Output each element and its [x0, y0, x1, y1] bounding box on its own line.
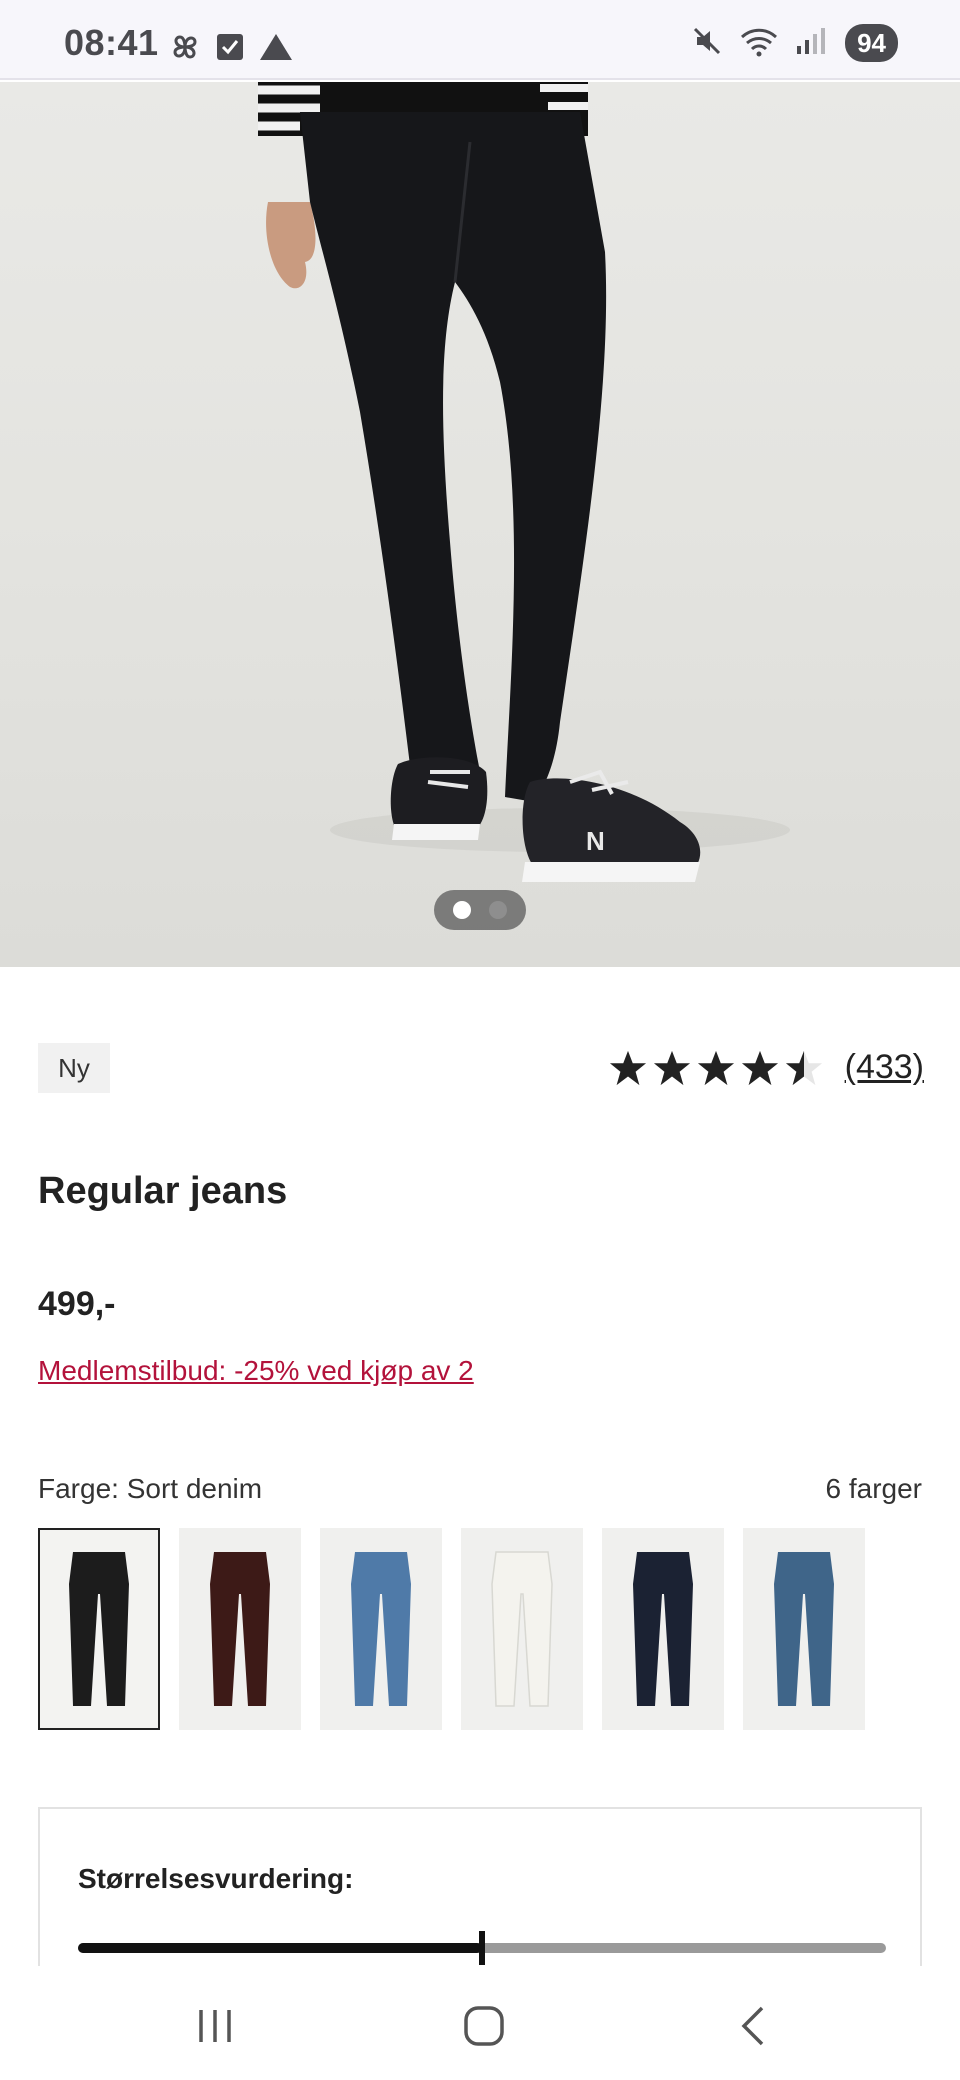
back-icon: [741, 2006, 764, 2046]
mute-icon: [691, 25, 723, 62]
size-rating-fill: [78, 1943, 482, 1953]
rating-stars: [609, 1049, 823, 1087]
status-right-icons: 94: [691, 24, 898, 62]
color-swatch[interactable]: [320, 1528, 442, 1730]
triangle-icon: [258, 32, 294, 67]
svg-text:N: N: [586, 826, 605, 856]
jeans-swatch-icon: [633, 1552, 693, 1706]
star-full-icon: [697, 1050, 734, 1085]
system-nav-bar: [0, 1966, 960, 2080]
status-time: 08:41: [64, 22, 159, 63]
size-rating-marker: [479, 1931, 485, 1965]
color-swatch[interactable]: [38, 1528, 160, 1730]
jeans-swatch-icon: [774, 1552, 834, 1706]
status-left-icons: [168, 30, 294, 69]
product-title: Regular jeans: [38, 1170, 288, 1212]
product-image[interactable]: N: [0, 82, 960, 967]
wifi-icon: [739, 25, 779, 62]
size-rating-bar: [78, 1931, 886, 1965]
star-half-icon: [785, 1050, 822, 1085]
selected-color-label: Farge: Sort denim: [38, 1473, 263, 1504]
color-swatch[interactable]: [461, 1528, 583, 1730]
home-button[interactable]: [454, 1996, 514, 2056]
new-badge: Ny: [38, 1043, 110, 1093]
color-swatches: [38, 1528, 865, 1730]
status-bar: 08:41 94: [0, 0, 960, 80]
color-swatch[interactable]: [179, 1528, 301, 1730]
back-button[interactable]: [724, 1996, 784, 2056]
star-full-icon: [741, 1050, 778, 1085]
star-full-icon: [653, 1050, 690, 1085]
recent-apps-button[interactable]: [185, 1996, 245, 2056]
product-rating[interactable]: (433): [609, 1048, 924, 1087]
pinwheel-icon: [168, 30, 202, 69]
recent-apps-icon: [199, 2010, 231, 2042]
jeans-swatch-icon: [351, 1552, 411, 1706]
home-icon: [464, 2006, 504, 2046]
battery-indicator: 94: [845, 24, 898, 62]
star-full-icon: [609, 1050, 646, 1085]
product-price: 499,-: [38, 1285, 116, 1323]
jeans-swatch-icon: [210, 1552, 270, 1706]
review-count-link[interactable]: (433): [845, 1048, 924, 1087]
member-offer-link[interactable]: Medlemstilbud: -25% ved kjøp av 2: [38, 1355, 474, 1387]
color-swatch[interactable]: [602, 1528, 724, 1730]
model-photo: N: [258, 82, 790, 882]
size-rating-title: Størrelsesvurdering:: [78, 1863, 354, 1894]
gallery-pager[interactable]: [434, 890, 526, 930]
signal-icon: [795, 26, 829, 61]
pager-dot-1[interactable]: [453, 901, 471, 919]
jeans-swatch-icon: [491, 1551, 553, 1707]
color-swatch[interactable]: [743, 1528, 865, 1730]
pager-dot-2[interactable]: [489, 901, 507, 919]
checkbox-icon: [216, 32, 244, 67]
color-count: 6 farger: [825, 1473, 923, 1504]
jeans-swatch-icon: [69, 1552, 129, 1706]
